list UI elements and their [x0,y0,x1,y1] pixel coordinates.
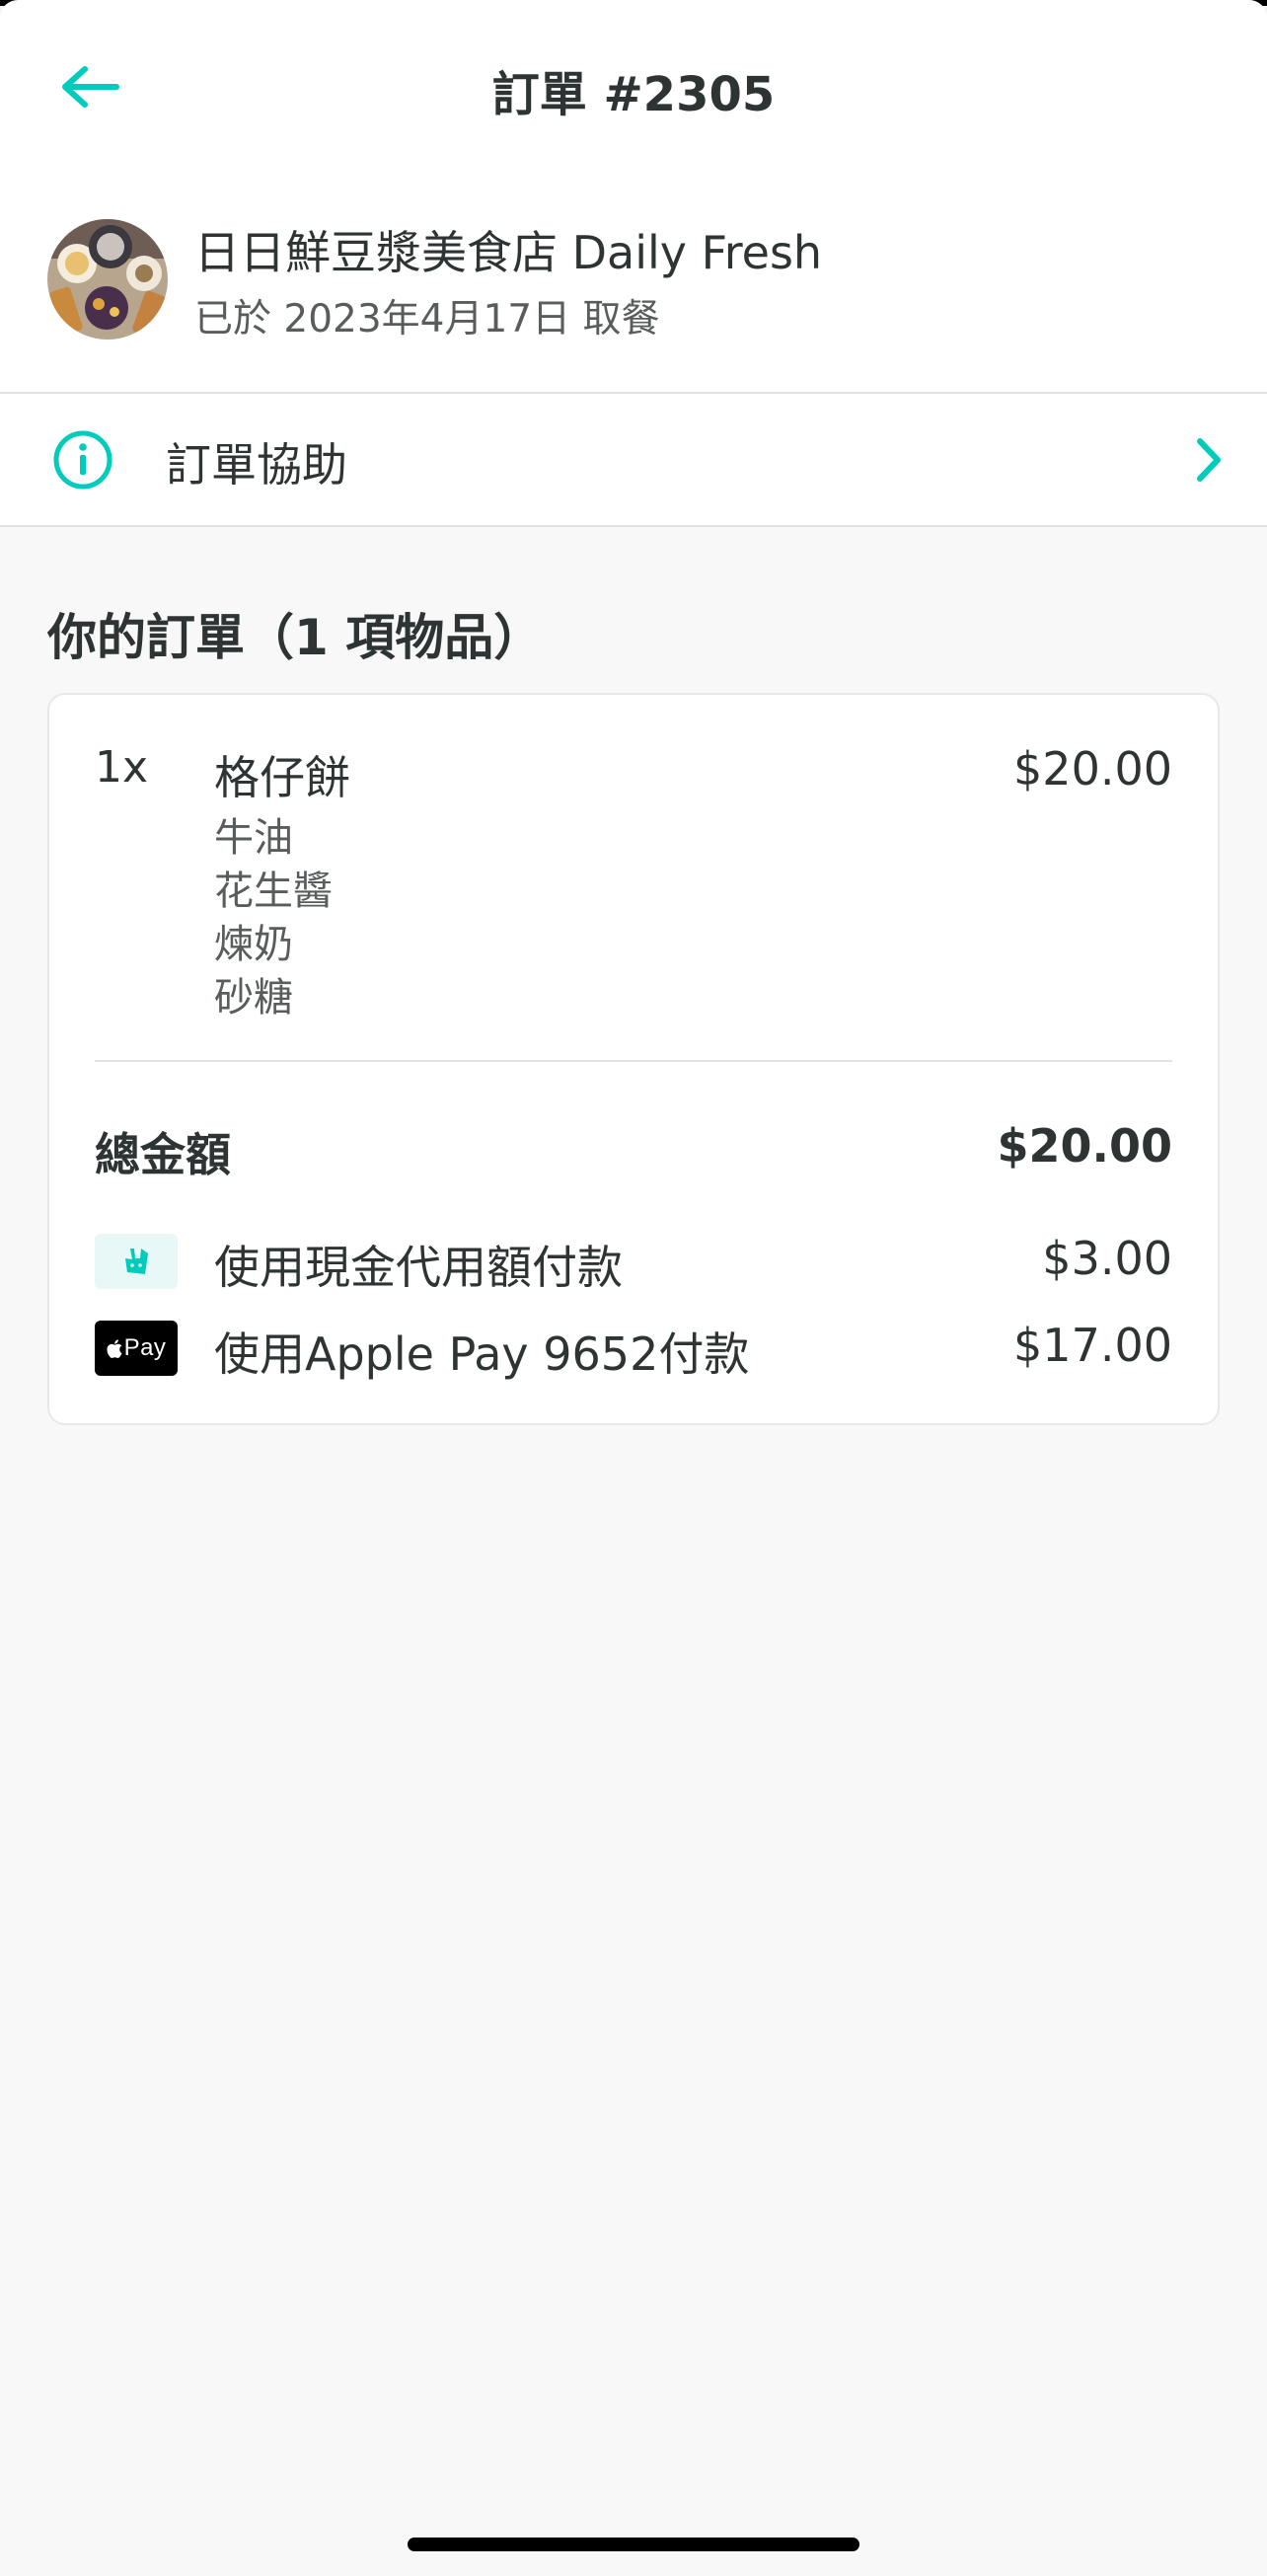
restaurant-info: 日日鮮豆漿美食店 Daily Fresh 已於 2023年4月17日 取餐 [0,168,1267,394]
divider [95,1060,1172,1062]
item-quantity: 1x [95,742,149,793]
apple-pay-icon: Pay [95,1321,178,1376]
chevron-right-icon [1197,438,1221,482]
order-help-row[interactable]: 訂單協助 [0,394,1267,527]
payment-row-apple-pay: Pay 使用Apple Pay 9652付款 $17.00 [95,1319,1172,1381]
restaurant-name: 日日鮮豆漿美食店 Daily Fresh [194,226,823,279]
order-section-title: 你的訂單（1 項物品） [47,609,544,666]
item-option: 花生醬 [214,869,333,914]
payment-amount: $17.00 [1013,1319,1172,1372]
order-help-label: 訂單協助 [166,438,347,492]
item-option: 牛油 [214,815,293,861]
item-option: 砂糖 [214,975,293,1021]
home-indicator [408,2538,859,2551]
item-options-list: 牛油 花生醬 煉奶 砂糖 [214,811,333,1024]
total-value: $20.00 [997,1119,1172,1173]
payment-label: 使用Apple Pay 9652付款 [214,1327,750,1381]
payment-label: 使用現金代用額付款 [214,1241,623,1294]
page-title: 訂單 #2305 [491,67,776,122]
item-price: $20.00 [1013,742,1172,796]
item-option: 煉奶 [214,922,293,967]
header: 訂單 #2305 [0,0,1267,168]
item-name: 格仔餅 [214,751,350,804]
apple-pay-icon-text: Pay [123,1334,167,1361]
pickup-date: 已於 2023年4月17日 取餐 [194,297,660,341]
total-label: 總金額 [95,1128,231,1181]
order-card: 1x 格仔餅 $20.00 牛油 花生醬 煉奶 砂糖 總金額 $20.00 使用… [47,693,1220,1425]
restaurant-avatar [47,219,168,340]
payment-row-credit: 使用現金代用額付款 $3.00 [95,1232,1172,1294]
deliveroo-credit-icon [95,1234,178,1289]
info-icon [53,430,112,490]
payment-amount: $3.00 [1042,1232,1172,1285]
